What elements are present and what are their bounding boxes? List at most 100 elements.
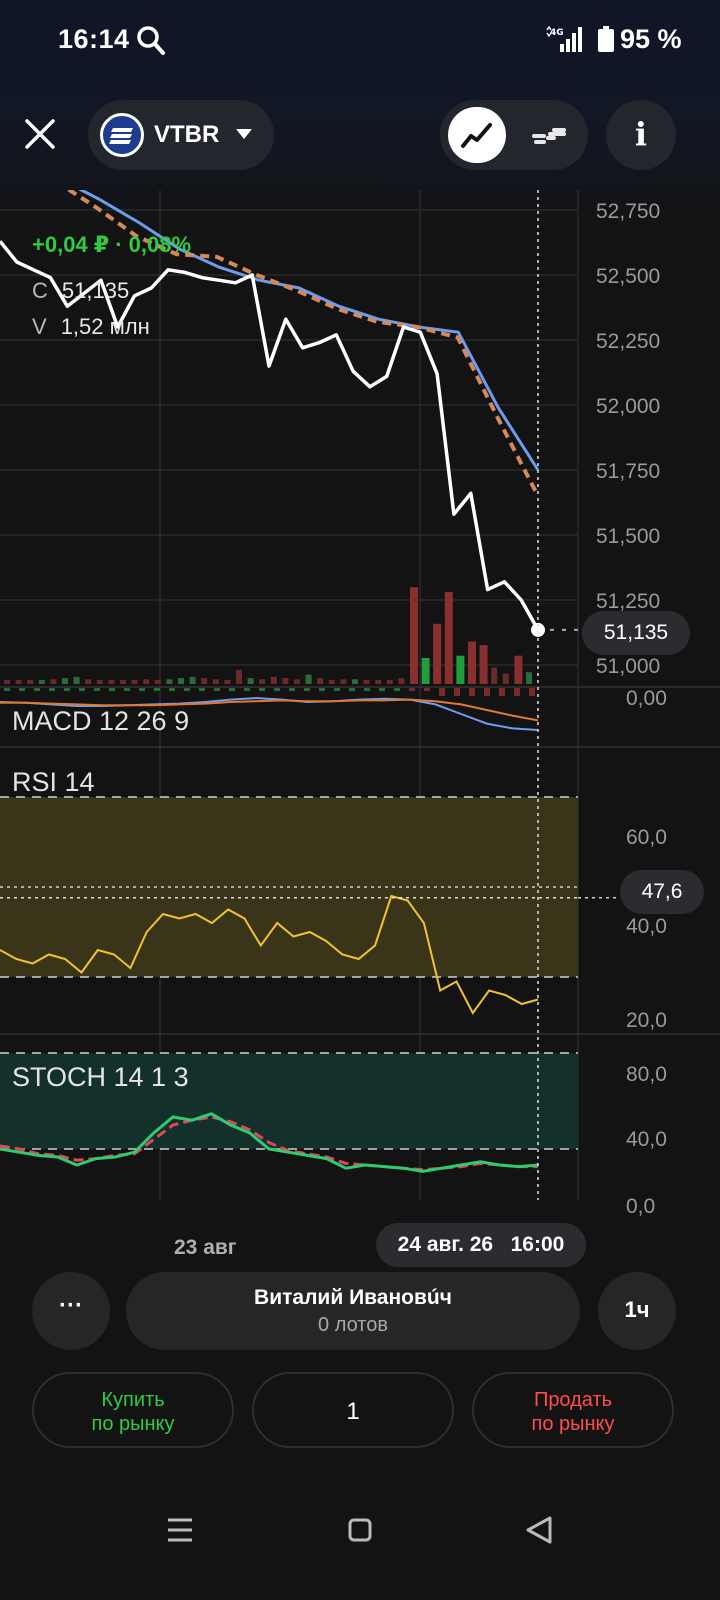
macd-histogram-bar	[469, 688, 475, 696]
volume-bar	[73, 676, 80, 684]
macd-histogram-bar	[79, 688, 85, 691]
volume-bar	[143, 679, 150, 684]
macd-histogram-bar	[439, 688, 445, 696]
volume-bar	[120, 680, 126, 684]
volume-bar	[421, 658, 430, 684]
volume-bar	[96, 680, 103, 684]
y-tick: 51,500	[596, 525, 661, 548]
chart-mode-switch[interactable]	[440, 100, 588, 170]
volume-bar	[85, 679, 92, 684]
macd-histogram-bar	[334, 688, 340, 691]
search-icon	[137, 26, 165, 55]
svg-text:4G: 4G	[550, 28, 564, 38]
volume-bar	[375, 680, 382, 684]
line-chart-mode-button[interactable]	[448, 107, 506, 163]
volume-bar	[410, 587, 418, 684]
candles-icon[interactable]	[528, 114, 572, 156]
volume-bar	[50, 679, 57, 684]
battery-percent: 95 %	[620, 24, 682, 54]
macd-histogram-bar	[244, 688, 250, 691]
status-time: 16:14	[58, 24, 130, 54]
volume-bar	[270, 676, 277, 684]
volume-bar	[178, 678, 184, 684]
price-change: +0,04 ₽ · 0,08%	[32, 232, 192, 257]
status-bar: 16:14 4G 95 %	[0, 0, 720, 80]
volume-bar	[514, 655, 523, 684]
vtb-logo-icon	[100, 113, 144, 157]
account-selector[interactable]: Виталий Ивановúч 0 лотов	[126, 1272, 580, 1350]
ticker-name: VTBR	[154, 121, 220, 148]
macd-histogram-bar	[94, 688, 100, 691]
ticker-selector[interactable]: VTBR	[88, 100, 274, 170]
volume-bar	[502, 673, 509, 684]
macd-histogram-bar	[34, 688, 40, 691]
macd-histogram-bar	[139, 688, 145, 691]
buy-market-button[interactable]: Купить по рынку	[32, 1372, 234, 1448]
system-navigation-bar	[168, 1516, 552, 1544]
timeframe-label: 1ч	[624, 1297, 650, 1322]
back-icon[interactable]	[526, 1516, 552, 1544]
volume-bar	[236, 669, 242, 684]
buy-label-line1: Купить	[101, 1389, 165, 1411]
recents-icon[interactable]	[168, 1518, 192, 1542]
macd-histogram-bar	[349, 688, 355, 691]
y-tick: 40,0	[626, 1128, 667, 1151]
macd-histogram-bar	[184, 688, 190, 691]
macd-histogram-bar	[259, 688, 265, 691]
macd-histogram-bar	[454, 688, 460, 696]
crosshair-date: 24 авг. 26	[397, 1233, 494, 1256]
volume-bar	[27, 680, 34, 684]
y-tick: 40,0	[626, 915, 667, 938]
volume-bar	[224, 680, 231, 684]
macd-histogram-bar	[514, 688, 520, 696]
volume-bar	[247, 678, 254, 684]
volume-bar	[317, 678, 324, 684]
sell-market-button[interactable]: Продать по рынку	[472, 1372, 674, 1448]
close-price-readout: C 51,135	[32, 278, 129, 304]
y-tick: 52,750	[596, 200, 661, 223]
more-icon: ···	[59, 1292, 83, 1319]
home-icon[interactable]	[348, 1518, 372, 1542]
volume-bar	[294, 679, 300, 684]
macd-histogram-bar	[319, 688, 325, 691]
volume-bar	[352, 679, 358, 684]
sell-label-line1: Продать	[533, 1389, 613, 1411]
macd-histogram-bar	[289, 688, 295, 691]
volume-bar	[259, 679, 266, 684]
macd-label: MACD 12 26 9	[12, 706, 190, 736]
volume-bar	[444, 592, 453, 684]
macd-histogram-bar	[409, 688, 415, 691]
stoch-label: STOCH 14 1 3	[12, 1062, 189, 1092]
y-tick: 52,000	[596, 395, 661, 418]
macd-histogram-bar	[154, 688, 160, 691]
volume-value: 1,52 млн	[60, 314, 150, 339]
macd-histogram-bar	[394, 688, 400, 691]
volume-bar	[456, 655, 465, 684]
macd-histogram-bar	[364, 688, 370, 691]
macd-histogram-bar	[109, 688, 115, 691]
y-tick: 0,0	[626, 1195, 656, 1218]
buy-label-line2: по рынку	[91, 1413, 175, 1435]
quantity-value: 1	[346, 1398, 360, 1425]
more-button[interactable]: ···	[32, 1272, 110, 1350]
y-tick: 52,500	[596, 265, 661, 288]
volume-bar	[328, 680, 335, 684]
timeframe-button[interactable]: 1ч	[598, 1272, 676, 1350]
macd-histogram-bar	[169, 688, 175, 691]
y-tick: 51,000	[596, 655, 661, 678]
volume-bar	[189, 676, 196, 684]
quantity-field[interactable]: 1	[252, 1372, 454, 1448]
volume-bar	[15, 680, 22, 684]
volume-bar	[38, 680, 45, 684]
volume-bar	[212, 679, 219, 684]
y-tick: 51,750	[596, 460, 661, 483]
macd-histogram-bar	[484, 688, 490, 696]
macd-histogram-bar	[229, 688, 235, 691]
info-button[interactable]: i	[606, 100, 676, 170]
macd-histogram-bar	[214, 688, 220, 691]
close-icon[interactable]	[18, 112, 62, 156]
macd-histogram-bar	[199, 688, 205, 691]
macd-histogram-bar	[49, 688, 55, 691]
line-chart-icon	[461, 123, 492, 148]
volume-bar	[4, 680, 10, 684]
